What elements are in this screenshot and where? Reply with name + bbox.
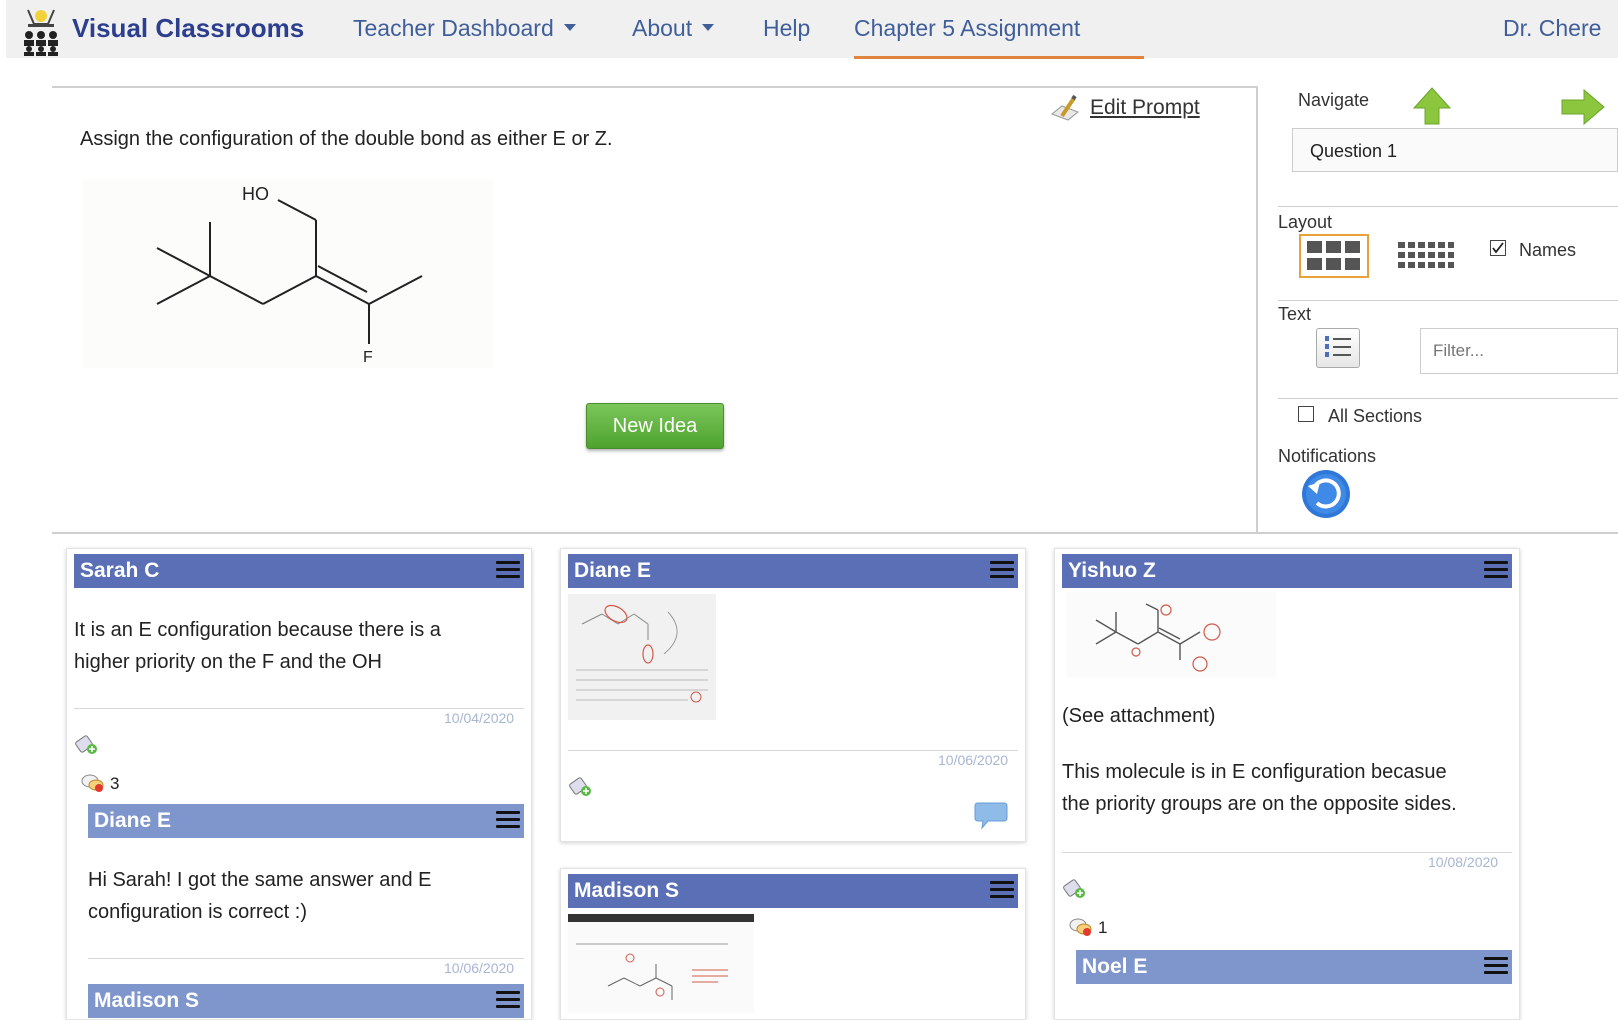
nav-teacher-dashboard-label: Teacher Dashboard: [353, 15, 554, 41]
all-sections-checkbox[interactable]: [1298, 406, 1314, 422]
card-author: Diane E: [574, 559, 652, 582]
arrow-right-icon[interactable]: [1560, 88, 1606, 126]
sidebar-divider-1: [1278, 206, 1618, 207]
card-header: Sarah C: [74, 554, 524, 588]
hamburger-menu-icon[interactable]: [496, 561, 520, 579]
card-divider: [1062, 852, 1512, 853]
reply-divider: [88, 958, 524, 959]
layout-small-grid-button[interactable]: [1396, 240, 1456, 274]
prompt-top-divider: [52, 86, 1257, 88]
card-text-line: (See attachment): [1062, 705, 1216, 727]
hamburger-menu-icon[interactable]: [990, 561, 1014, 579]
card-text-line: This molecule is in E configuration beca…: [1062, 761, 1447, 783]
user-name: Dr. Chere: [1503, 15, 1602, 41]
reply-header: Noel E: [1076, 950, 1512, 984]
filter-input[interactable]: [1420, 328, 1618, 374]
top-navbar: Visual Classrooms Teacher Dashboard Abou…: [6, 0, 1618, 59]
card-date: 10/08/2020: [1428, 854, 1499, 870]
nav-about[interactable]: About: [632, 15, 715, 42]
layout-large-grid-button[interactable]: [1299, 234, 1369, 278]
nav-help-label: Help: [763, 15, 811, 41]
card-text-line: It is an E configuration because there i…: [74, 619, 441, 641]
comments-icon[interactable]: [80, 772, 106, 794]
reply-date: 10/06/2020: [444, 960, 515, 976]
layout-label: Layout: [1278, 212, 1333, 232]
names-label: Names: [1519, 240, 1577, 260]
edit-prompt-link[interactable]: Edit Prompt: [1090, 96, 1200, 120]
add-tag-icon[interactable]: [568, 776, 594, 798]
card-header: Yishuo Z: [1062, 554, 1512, 588]
card-divider: [568, 750, 1018, 751]
refresh-notifications-icon[interactable]: [1300, 468, 1352, 520]
checkmark-icon: [1492, 242, 1504, 254]
question-select[interactable]: Question 1: [1292, 128, 1618, 172]
molecule-label-oh: HO: [242, 184, 269, 204]
card-author: Madison S: [574, 879, 680, 902]
question-text: Assign the configuration of the double b…: [80, 128, 613, 150]
names-checkbox[interactable]: [1490, 240, 1506, 256]
add-tag-icon[interactable]: [74, 734, 100, 756]
card-divider: [74, 708, 524, 709]
card-date: 10/04/2020: [444, 710, 515, 726]
sidebar-divider: [1256, 86, 1258, 533]
all-sections-label: All Sections: [1328, 406, 1423, 426]
text-label: Text: [1278, 304, 1312, 324]
comment-count: 3: [110, 774, 120, 793]
card-text-line: the priority groups are on the opposite …: [1062, 793, 1457, 815]
comments-icon[interactable]: [1068, 916, 1094, 938]
chevron-down-icon: [702, 24, 715, 32]
text-list-view-button[interactable]: [1316, 328, 1360, 368]
nav-chapter-5-assignment-label: Chapter 5 Assignment: [854, 15, 1081, 41]
reply-text-line: configuration is correct :): [88, 901, 307, 923]
pencil-icon[interactable]: [1048, 94, 1082, 124]
navigate-label: Navigate: [1298, 90, 1370, 110]
card-author: Sarah C: [80, 559, 160, 582]
hamburger-menu-icon[interactable]: [496, 811, 520, 829]
user-menu[interactable]: Dr. Chere: [1503, 15, 1601, 42]
comment-count: 1: [1098, 918, 1108, 937]
notifications-label: Notifications: [1278, 446, 1377, 466]
card-date: 10/06/2020: [938, 752, 1009, 768]
hamburger-menu-icon[interactable]: [990, 881, 1014, 899]
sidebar-divider-2: [1278, 300, 1618, 301]
screenshot-attachment-thumbnail[interactable]: [568, 914, 754, 1013]
numbered-list-icon: [1325, 336, 1351, 357]
nav-teacher-dashboard[interactable]: Teacher Dashboard: [353, 15, 576, 42]
large-grid-icon: [1307, 241, 1360, 270]
hamburger-menu-icon[interactable]: [1484, 957, 1508, 975]
card-text-line: higher priority on the F and the OH: [74, 651, 382, 673]
chevron-down-icon: [563, 24, 576, 32]
hamburger-menu-icon[interactable]: [496, 991, 520, 1009]
active-tab-indicator: [854, 56, 1144, 59]
reply-author: Diane E: [94, 809, 172, 832]
molecule-label-f: F: [363, 349, 373, 366]
reply-author: Noel E: [1082, 955, 1148, 978]
hamburger-menu-icon[interactable]: [1484, 561, 1508, 579]
reply-header: Diane E: [88, 804, 524, 838]
new-idea-button[interactable]: New Idea: [586, 403, 724, 449]
brand-name[interactable]: Visual Classrooms: [72, 13, 304, 44]
arrow-up-icon[interactable]: [1412, 86, 1452, 126]
card-author: Yishuo Z: [1068, 559, 1156, 582]
nav-about-label: About: [632, 15, 693, 41]
prompt-bottom-divider: [52, 532, 1618, 534]
comment-bubble-icon[interactable]: [974, 800, 1008, 830]
reply-author: Madison S: [94, 989, 200, 1012]
card-header: Diane E: [568, 554, 1018, 588]
molecule-structure-image: HO F: [82, 180, 494, 368]
molecule-attachment-thumbnail[interactable]: [1066, 592, 1276, 678]
nav-chapter-5-assignment[interactable]: Chapter 5 Assignment: [854, 15, 1080, 42]
add-tag-icon[interactable]: [1062, 878, 1088, 900]
reply-text-line: Hi Sarah! I got the same answer and E: [88, 869, 432, 891]
sidebar-divider-3: [1278, 398, 1618, 399]
visual-classrooms-logo-icon[interactable]: [20, 8, 66, 56]
handwritten-attachment-thumbnail[interactable]: [568, 594, 716, 720]
card-header: Madison S: [568, 874, 1018, 908]
nav-help[interactable]: Help: [763, 15, 810, 42]
